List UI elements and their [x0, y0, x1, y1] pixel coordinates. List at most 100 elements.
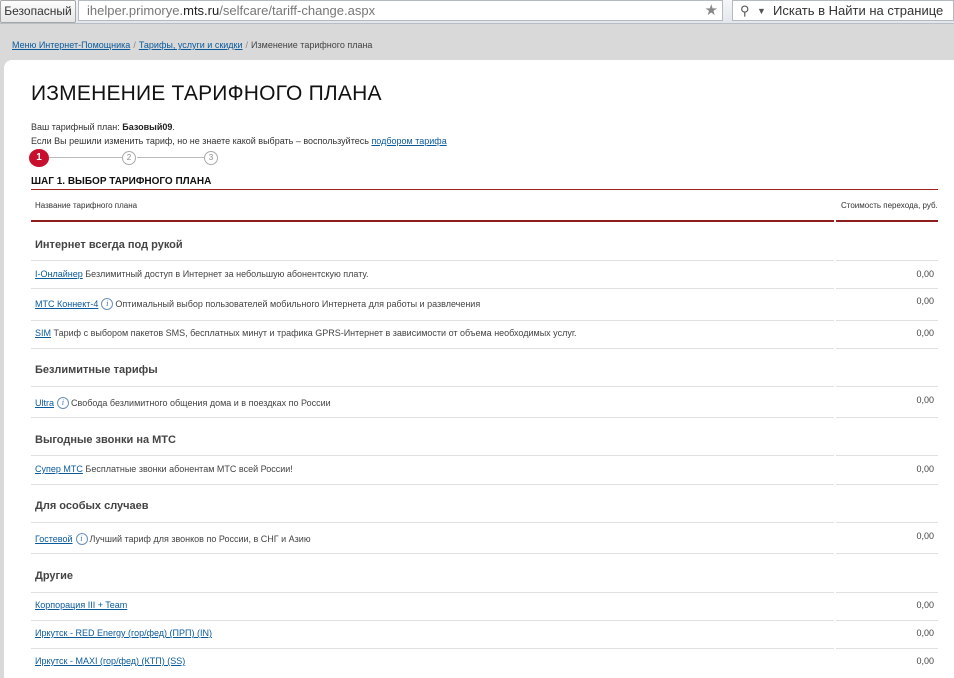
row-divider — [31, 320, 834, 321]
section-title: Для особых случаев — [35, 500, 149, 512]
tariff-cost: 0,00 — [916, 464, 934, 474]
table-row: I-Онлайнер Безлимитный доступ в Интернет… — [35, 269, 369, 279]
section-title: Другие — [35, 570, 73, 582]
column-header-cost: Стоимость перехода, руб. — [841, 201, 938, 210]
page-title: ИЗМЕНЕНИЕ ТАРИФНОГО ПЛАНА — [31, 82, 382, 105]
table-row: Гостевой i Лучший тариф для звонков по Рос… — [35, 533, 311, 545]
hint-line: Если Вы решили изменить тариф, но не зна… — [31, 136, 447, 146]
row-divider — [836, 386, 938, 387]
tariff-cost: 0,00 — [916, 328, 934, 338]
row-divider — [31, 522, 834, 523]
breadcrumb-link-menu[interactable]: Меню Интернет-Помощника — [12, 40, 130, 50]
address-bar[interactable]: ihelper.primorye.mts.ru/selfcare/tariff-… — [78, 0, 723, 21]
url-prefix: ihelper.primorye. — [87, 3, 184, 18]
row-divider — [31, 648, 834, 649]
tariff-selection-link[interactable]: подбором тарифа — [371, 136, 446, 146]
search-input[interactable]: ⚲ ▼ Искать в Найти на странице — [732, 0, 954, 21]
table-row: Иркутск - MAXI (гор/фед) (КТП) (SS) — [35, 656, 185, 666]
content-panel: ИЗМЕНЕНИЕ ТАРИФНОГО ПЛАНА Ваш тарифный п… — [4, 60, 954, 678]
row-divider — [31, 348, 834, 349]
row-divider — [836, 620, 938, 621]
current-plan-line: Ваш тарифный план: Базовый09. — [31, 122, 175, 132]
breadcrumb: Меню Интернет-Помощника / Тарифы, услуги и… — [12, 40, 372, 50]
tariff-description: Свобода безлимитного общения дома и в по… — [71, 398, 331, 408]
step-connector — [49, 157, 123, 158]
hint-text: Если Вы решили изменить тариф, но не зна… — [31, 136, 369, 146]
tariff-description: Лучший тариф для звонков по России, в СН… — [89, 534, 311, 544]
bookmark-star-icon[interactable]: ★ — [705, 1, 718, 21]
tariff-cost: 0,00 — [916, 600, 934, 610]
row-divider — [31, 455, 834, 456]
table-row: SIM Тариф с выбором пакетов SMS, бесплат… — [35, 328, 577, 338]
row-divider — [31, 417, 834, 418]
row-divider — [836, 592, 938, 593]
step-indicator: 1 2 3 — [29, 149, 229, 167]
current-plan-value: Базовый09 — [122, 122, 173, 132]
info-icon[interactable]: i — [75, 533, 88, 545]
tariff-cost: 0,00 — [916, 531, 934, 541]
step-1: 1 — [29, 149, 49, 167]
tariff-description: Оптимальный выбор пользователей мобильно… — [115, 299, 481, 309]
row-divider — [836, 522, 938, 523]
row-divider — [31, 553, 834, 554]
row-divider — [836, 553, 938, 554]
chevron-down-icon[interactable]: ▼ — [757, 1, 766, 21]
row-divider — [836, 648, 938, 649]
table-row: Ultra i Свобода безлимитного общения дома … — [35, 397, 331, 409]
tariff-link[interactable]: I-Онлайнер — [35, 269, 83, 279]
row-divider — [836, 417, 938, 418]
step-2: 2 — [122, 151, 136, 165]
row-divider — [31, 386, 834, 387]
row-divider — [836, 288, 938, 289]
section-title: Интернет всегда под рукой — [35, 239, 183, 251]
row-divider — [836, 260, 938, 261]
breadcrumb-separator: / — [245, 40, 249, 50]
row-divider — [836, 348, 938, 349]
row-divider — [836, 455, 938, 456]
breadcrumb-separator: / — [133, 40, 136, 50]
step-3: 3 — [204, 151, 218, 165]
tariff-description: Безлимитный доступ в Интернет за небольш… — [85, 269, 369, 279]
row-divider — [836, 484, 938, 485]
tariff-description: Тариф с выбором пакетов SMS, бесплатных … — [53, 328, 577, 338]
tariff-link[interactable]: Супер МТС — [35, 464, 83, 474]
row-divider — [31, 484, 834, 485]
tariff-link[interactable]: SIM — [35, 328, 51, 338]
url-host: mts.ru — [183, 3, 220, 18]
tariff-cost: 0,00 — [916, 296, 934, 306]
tariff-cost: 0,00 — [916, 395, 934, 405]
search-placeholder: Искать в Найти на странице — [773, 3, 944, 18]
table-row: МТС Коннект-4 i Оптимальный выбор пользова… — [35, 298, 480, 310]
url-path: /selfcare/tariff-change.aspx — [219, 3, 376, 18]
breadcrumb-link-tariffs[interactable]: Тарифы, услуги и скидки — [139, 40, 243, 50]
tariff-link[interactable]: Гостевой — [35, 534, 73, 544]
tariff-link[interactable]: Ultra — [35, 398, 54, 408]
row-divider — [836, 320, 938, 321]
row-divider — [31, 288, 834, 289]
tariff-link[interactable]: Иркутск - RED Energy (гор/фед) (ПРП) (IN… — [35, 628, 212, 638]
divider — [836, 220, 938, 222]
column-header-name: Название тарифного плана — [35, 201, 138, 210]
tariff-cost: 0,00 — [916, 269, 934, 279]
current-plan-label: Ваш тарифный план: — [31, 122, 120, 132]
tariff-cost: 0,00 — [916, 656, 934, 666]
row-divider — [31, 592, 834, 593]
tariff-link[interactable]: Корпорация III + Team — [35, 600, 127, 610]
table-row: Иркутск - RED Energy (гор/фед) (ПРП) (IN… — [35, 628, 212, 638]
step-connector — [137, 157, 205, 158]
tariff-link[interactable]: Иркутск - MAXI (гор/фед) (КТП) (SS) — [35, 656, 185, 666]
divider — [31, 189, 938, 190]
tariff-link[interactable]: МТС Коннект-4 — [35, 299, 98, 309]
browser-toolbar: Безопасный ihelper.primorye.mts.ru/selfc… — [0, 0, 954, 24]
search-icon[interactable]: ⚲ — [740, 1, 750, 21]
tariff-cost: 0,00 — [916, 628, 934, 638]
section-title: Выгодные звонки на МТС — [35, 434, 176, 446]
info-icon[interactable]: i — [101, 298, 114, 310]
table-row: Корпорация III + Team — [35, 600, 127, 610]
tariff-description: Бесплатные звонки абонентам МТС всей Рос… — [85, 464, 293, 474]
security-badge[interactable]: Безопасный — [0, 0, 76, 23]
info-icon[interactable]: i — [57, 397, 70, 409]
table-row: Супер МТС Бесплатные звонки абонентам МТ… — [35, 464, 293, 474]
row-divider — [31, 260, 834, 261]
row-divider — [31, 620, 834, 621]
